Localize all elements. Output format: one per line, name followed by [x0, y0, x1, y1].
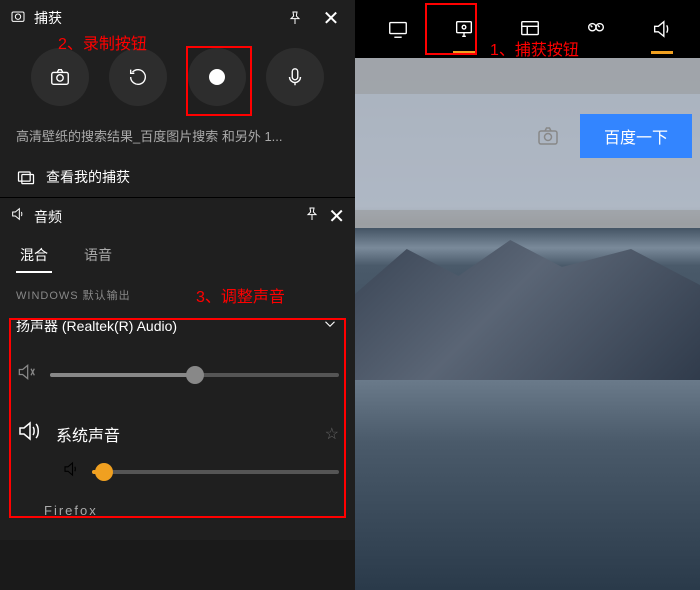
- capture-panel: 捕获 ✕ 高清壁纸的搜索结果_百度图片搜索 和另外 1... 查看我的捕获 音频: [0, 0, 355, 540]
- master-volume-slider[interactable]: [50, 373, 339, 377]
- audio-pin-button[interactable]: [304, 206, 320, 227]
- audio-title: 音频: [34, 207, 296, 227]
- master-volume-row: [0, 344, 355, 405]
- overlay-bar-bottom: [355, 210, 700, 228]
- app-name-truncated: Firefox: [0, 497, 355, 524]
- performance-button[interactable]: [563, 0, 629, 58]
- search-row: 百度一下: [355, 110, 700, 162]
- close-button[interactable]: ✕: [317, 4, 345, 32]
- mute-icon[interactable]: [16, 362, 36, 387]
- pin-button[interactable]: [281, 4, 309, 32]
- view-captures-label: 查看我的捕获: [46, 167, 130, 187]
- record-dot-icon: [209, 69, 225, 85]
- default-output-label: WINDOWS 默认输出: [0, 273, 355, 307]
- screenshot-button[interactable]: [31, 48, 89, 106]
- speaker-small-icon[interactable]: [62, 460, 80, 483]
- favorite-star-icon[interactable]: ☆: [325, 424, 339, 444]
- speaker-icon: [10, 206, 26, 227]
- browser-content: 百度一下: [355, 58, 700, 228]
- device-name: 扬声器 (Realtek(R) Audio): [16, 316, 177, 336]
- audio-close-button[interactable]: ✕: [328, 204, 345, 229]
- speaker-icon: [16, 419, 40, 448]
- system-volume-slider[interactable]: [92, 470, 339, 474]
- baidu-search-button[interactable]: 百度一下: [580, 114, 692, 158]
- capture-panel-header: 捕获 ✕: [0, 0, 355, 36]
- widgets-button[interactable]: [497, 0, 563, 58]
- chevron-down-icon: [321, 315, 339, 336]
- gamebar-toolbar: [355, 0, 700, 58]
- system-volume-row: [0, 454, 355, 497]
- system-sound-label: 系统声音: [56, 422, 120, 446]
- tab-voice[interactable]: 语音: [80, 235, 116, 273]
- view-captures-link[interactable]: 查看我的捕获: [0, 157, 355, 197]
- record-last-button[interactable]: [109, 48, 167, 106]
- capture-description: 高清壁纸的搜索结果_百度图片搜索 和另外 1...: [0, 122, 355, 157]
- overlay-bar-top: [355, 58, 700, 94]
- cast-button[interactable]: [365, 0, 431, 58]
- output-device-row[interactable]: 扬声器 (Realtek(R) Audio): [0, 307, 355, 344]
- audio-tabs: 混合 语音: [0, 235, 355, 273]
- volume-button[interactable]: [629, 0, 695, 58]
- record-button[interactable]: [188, 48, 246, 106]
- capture-button[interactable]: [431, 0, 497, 58]
- camera-search-icon[interactable]: [528, 116, 568, 156]
- capture-icon: [10, 8, 26, 29]
- audio-panel-header: 音频 ✕: [0, 197, 355, 235]
- capture-title: 捕获: [34, 8, 273, 28]
- capture-buttons-row: [0, 36, 355, 122]
- tab-mix[interactable]: 混合: [16, 235, 52, 273]
- mic-button[interactable]: [266, 48, 324, 106]
- system-sound-row: 系统声音 ☆: [0, 405, 355, 454]
